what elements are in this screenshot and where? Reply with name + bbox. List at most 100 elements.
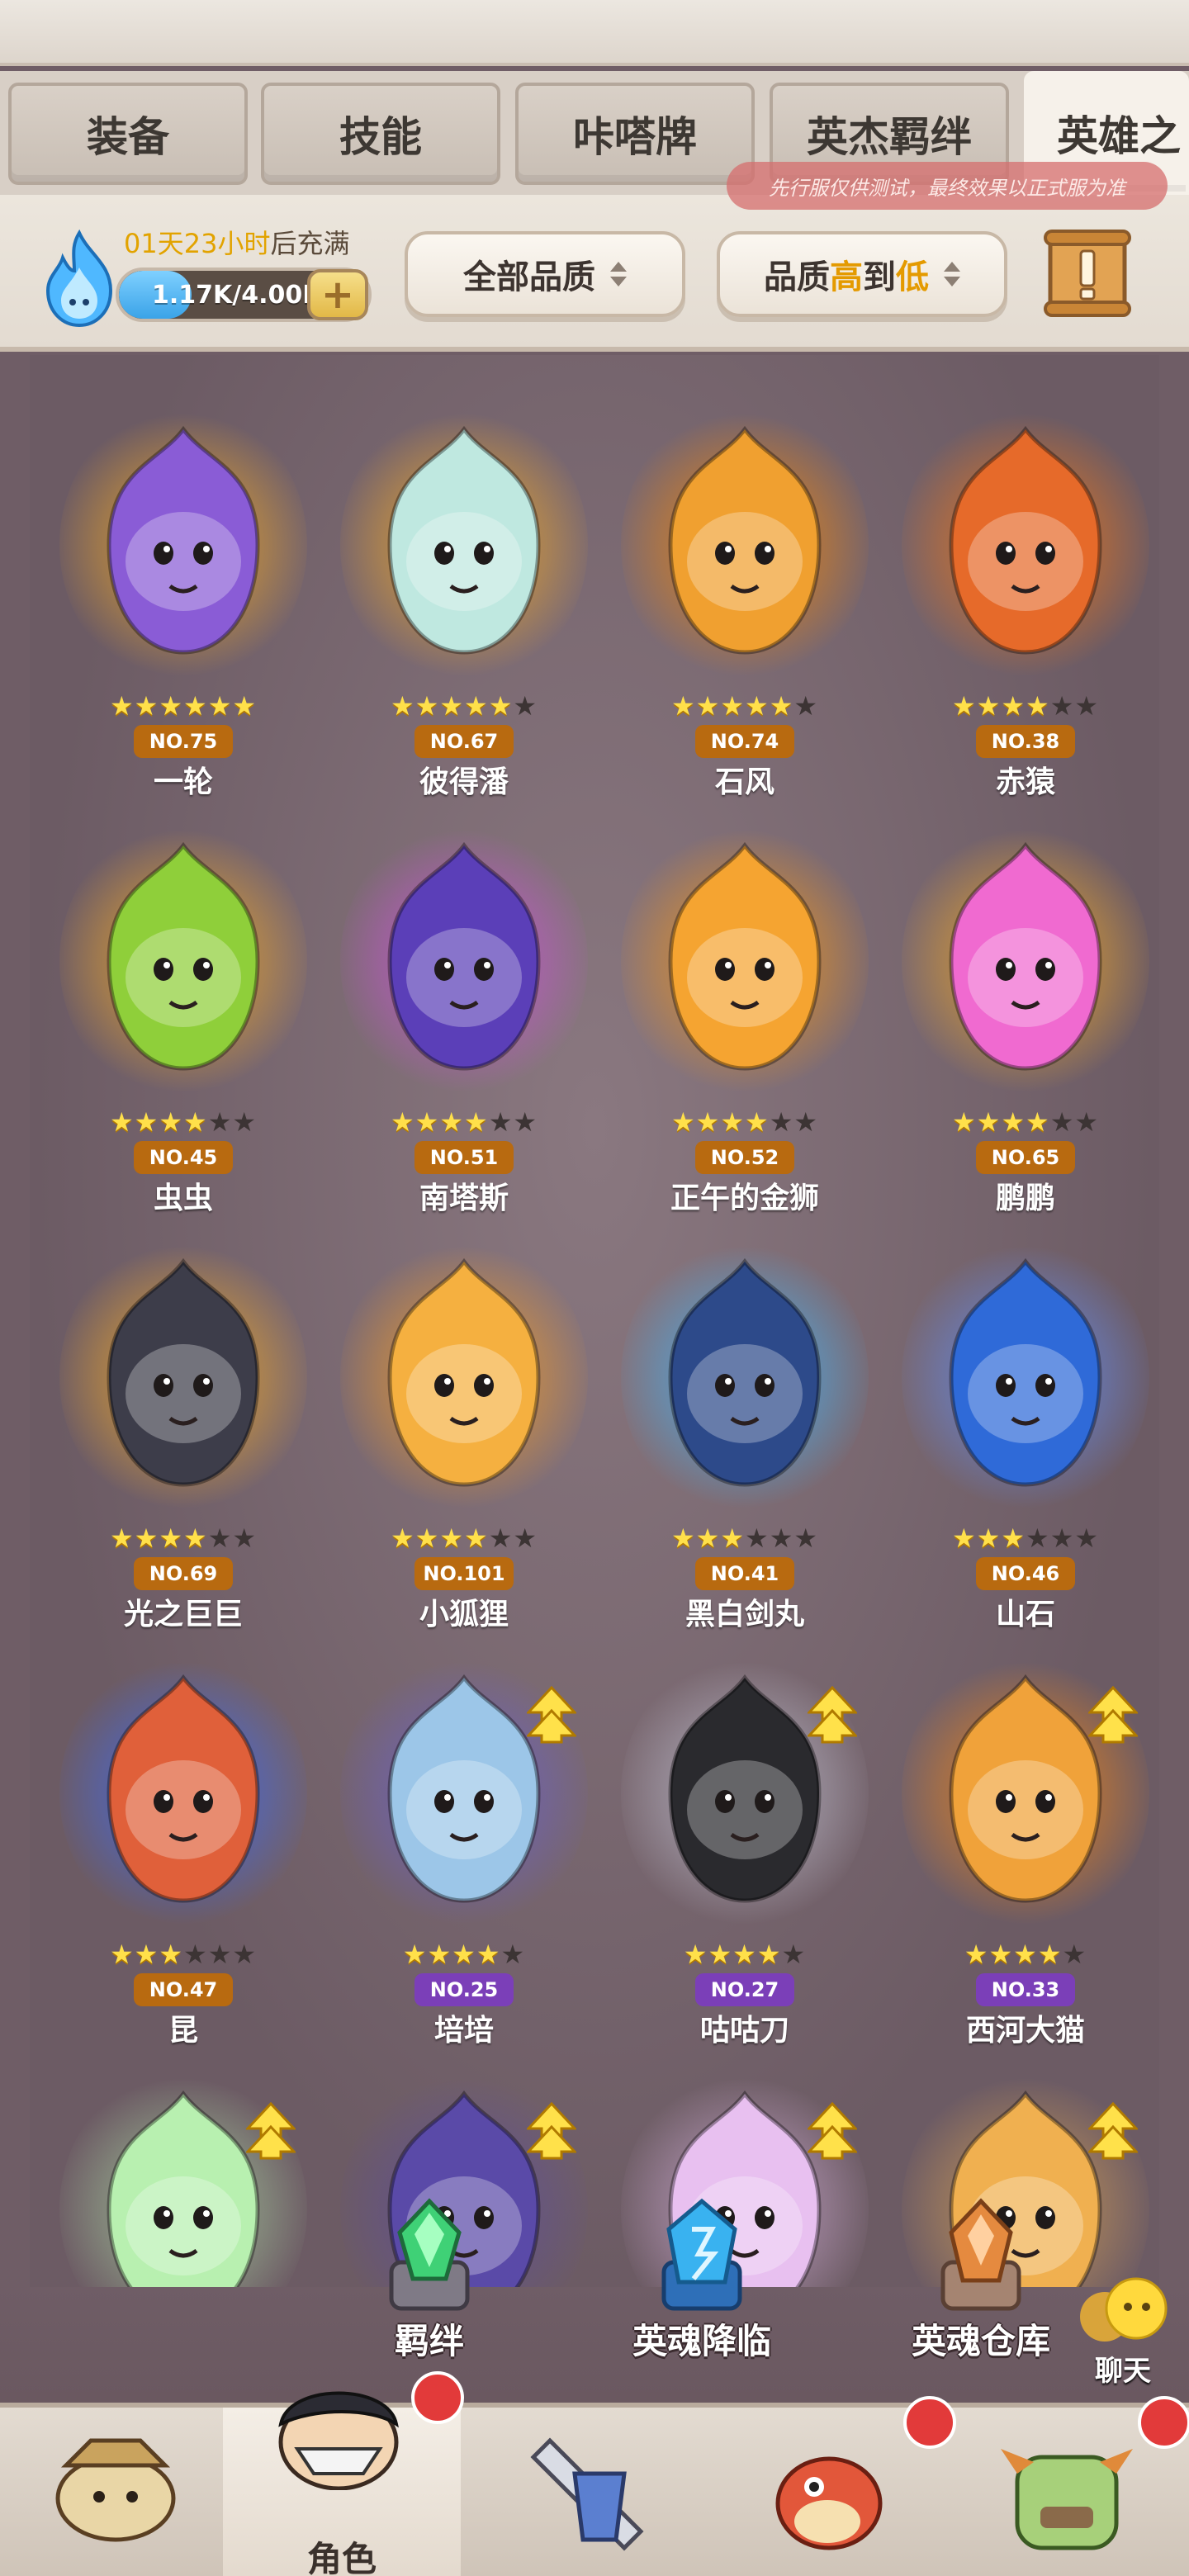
hero-name: 虫虫 bbox=[153, 1181, 213, 1215]
star-empty-icon: ★ bbox=[232, 1939, 258, 1970]
hero-card[interactable]: ★★★★★★ NO.46 山石 bbox=[902, 1220, 1149, 1631]
star-filled-icon: ★ bbox=[720, 690, 745, 722]
star-filled-icon: ★ bbox=[464, 1106, 489, 1138]
star-empty-icon: ★ bbox=[207, 1939, 233, 1970]
hero-portrait bbox=[949, 425, 1102, 655]
hero-card-partial[interactable] bbox=[59, 2053, 307, 2287]
star-filled-icon: ★ bbox=[134, 1939, 159, 1970]
hero-portrait bbox=[668, 425, 822, 655]
hero-star-rating: ★★★★★★ bbox=[902, 1106, 1149, 1139]
hero-summon-action-button[interactable]: 英魂降临 bbox=[603, 2196, 801, 2403]
nav-item-hero[interactable]: 角色 bbox=[223, 2371, 464, 2576]
hero-number-badge: NO.38 bbox=[976, 725, 1075, 758]
hero-card[interactable]: ★★★★★★ NO.47 昆 bbox=[59, 1636, 307, 2048]
star-filled-icon: ★ bbox=[159, 1106, 183, 1138]
add-energy-button[interactable]: + bbox=[307, 269, 368, 320]
tab-cards[interactable]: 咔嗒牌 bbox=[515, 83, 755, 185]
star-filled-icon: ★ bbox=[976, 1106, 1002, 1138]
updown-arrows-icon bbox=[944, 262, 960, 286]
hero-card[interactable]: ★★★★★★ NO.45 虫虫 bbox=[59, 804, 307, 1215]
star-empty-icon: ★ bbox=[513, 1106, 538, 1138]
star-filled-icon: ★ bbox=[183, 690, 208, 722]
star-filled-icon: ★ bbox=[390, 1106, 415, 1138]
sort-dropdown[interactable]: 品质高到低 bbox=[717, 231, 1007, 317]
star-empty-icon: ★ bbox=[745, 1522, 770, 1554]
star-empty-icon: ★ bbox=[207, 1106, 233, 1138]
star-filled-icon: ★ bbox=[745, 690, 770, 722]
hero-card[interactable]: ★★★★★★ NO.67 彼得潘 bbox=[340, 388, 588, 799]
star-empty-icon: ★ bbox=[1026, 1522, 1050, 1554]
hero-card[interactable]: ★★★★★★ NO.69 光之巨巨 bbox=[59, 1220, 307, 1631]
hero-star-rating: ★★★★★ bbox=[340, 1938, 588, 1971]
bottom-nav: 角色 bbox=[0, 2371, 1189, 2576]
star-filled-icon: ★ bbox=[695, 1522, 721, 1554]
star-filled-icon: ★ bbox=[390, 690, 415, 722]
hero-card[interactable]: ★★★★★★ NO.74 石风 bbox=[621, 388, 869, 799]
nav-item-cow[interactable] bbox=[0, 2408, 238, 2576]
hero-card[interactable]: ★★★★★★ NO.65 鹏鹏 bbox=[902, 804, 1149, 1215]
star-filled-icon: ★ bbox=[134, 1106, 159, 1138]
star-filled-icon: ★ bbox=[439, 1106, 464, 1138]
star-filled-icon: ★ bbox=[951, 690, 977, 722]
star-empty-icon: ★ bbox=[1049, 1522, 1075, 1554]
star-filled-icon: ★ bbox=[732, 1939, 757, 1970]
nav-item-dragon[interactable] bbox=[713, 2396, 956, 2576]
sword-shield-icon bbox=[530, 2437, 644, 2551]
chat-button[interactable]: 聊天 bbox=[1065, 2275, 1181, 2388]
hero-card[interactable]: ★★★★★★ NO.101 小狐狸 bbox=[340, 1220, 588, 1631]
hero-card[interactable]: ★★★★★★ NO.41 黑白剑丸 bbox=[621, 1220, 869, 1631]
upgrade-arrow-icon bbox=[527, 2102, 576, 2160]
quality-filter-dropdown[interactable]: 全部品质 bbox=[405, 231, 685, 317]
hero-portrait bbox=[668, 841, 822, 1071]
upgrade-arrow-icon bbox=[527, 1686, 576, 1744]
star-filled-icon: ★ bbox=[695, 690, 721, 722]
nav-item-monster[interactable] bbox=[951, 2396, 1189, 2576]
green-gem-icon bbox=[389, 2198, 470, 2311]
energy-value: 1.17K/4.00K bbox=[152, 280, 322, 310]
star-filled-icon: ★ bbox=[109, 1106, 135, 1138]
hero-card[interactable]: ★★★★★★ NO.51 南塔斯 bbox=[340, 804, 588, 1215]
hero-grid: ★★★★★★ NO.75 一轮 ★★★★★★ NO.67 彼得潘 ★★★★★★ NO.74 石风… bbox=[30, 355, 1159, 2287]
hero-name: 培培 bbox=[433, 2014, 494, 2048]
hero-portrait bbox=[107, 1674, 260, 1903]
notification-bell-icon bbox=[411, 2371, 464, 2424]
orange-gem-icon bbox=[940, 2198, 1021, 2311]
star-filled-icon: ★ bbox=[745, 1106, 770, 1138]
monster-icon bbox=[1001, 2449, 1133, 2550]
hero-storage-action-label: 英魂仓库 bbox=[911, 2321, 1050, 2361]
star-filled-icon: ★ bbox=[464, 690, 489, 722]
refill-time: 01天23小时 bbox=[124, 228, 271, 259]
star-empty-icon: ★ bbox=[781, 1939, 807, 1970]
hero-portrait bbox=[107, 425, 260, 655]
nav-item-battle[interactable] bbox=[476, 2408, 713, 2576]
star-filled-icon: ★ bbox=[976, 690, 1002, 722]
hero-name: 昆 bbox=[168, 2014, 198, 2048]
star-empty-icon: ★ bbox=[183, 1939, 208, 1970]
hero-card[interactable]: ★★★★★ NO.25 培培 bbox=[340, 1636, 588, 2048]
hero-card[interactable]: ★★★★★★ NO.75 一轮 bbox=[59, 388, 307, 799]
star-empty-icon: ★ bbox=[500, 1939, 526, 1970]
hero-name: 光之巨巨 bbox=[123, 1598, 243, 1631]
star-empty-icon: ★ bbox=[769, 1106, 794, 1138]
hero-number-badge: NO.52 bbox=[695, 1141, 794, 1174]
hero-card[interactable]: ★★★★★ NO.27 咕咕刀 bbox=[621, 1636, 869, 2048]
tab-skills[interactable]: 技能 bbox=[261, 83, 500, 185]
hero-summon-action-label: 英魂降临 bbox=[632, 2321, 771, 2361]
hero-number-badge: NO.41 bbox=[695, 1557, 794, 1590]
hero-star-rating: ★★★★★★ bbox=[59, 1522, 307, 1555]
hero-card[interactable]: ★★★★★★ NO.52 正午的金狮 bbox=[621, 804, 869, 1215]
hero-number-badge: NO.101 bbox=[414, 1557, 514, 1590]
hero-portrait bbox=[668, 1257, 822, 1487]
star-filled-icon: ★ bbox=[951, 1106, 977, 1138]
hero-storage-action-button[interactable]: 英魂仓库 bbox=[882, 2196, 1080, 2403]
hero-portrait bbox=[107, 841, 260, 1071]
hero-name: 一轮 bbox=[153, 765, 213, 799]
hero-card[interactable]: ★★★★★ NO.33 西河大猫 bbox=[902, 1636, 1149, 2048]
star-empty-icon: ★ bbox=[232, 1522, 258, 1554]
refill-suffix: 后充满 bbox=[270, 228, 350, 259]
tab-equipment[interactable]: 装备 bbox=[8, 83, 248, 185]
info-scroll-icon[interactable] bbox=[1042, 228, 1133, 319]
star-filled-icon: ★ bbox=[988, 1939, 1014, 1970]
hero-card[interactable]: ★★★★★★ NO.38 赤猿 bbox=[902, 388, 1149, 799]
hero-number-badge: NO.25 bbox=[414, 1973, 514, 2006]
